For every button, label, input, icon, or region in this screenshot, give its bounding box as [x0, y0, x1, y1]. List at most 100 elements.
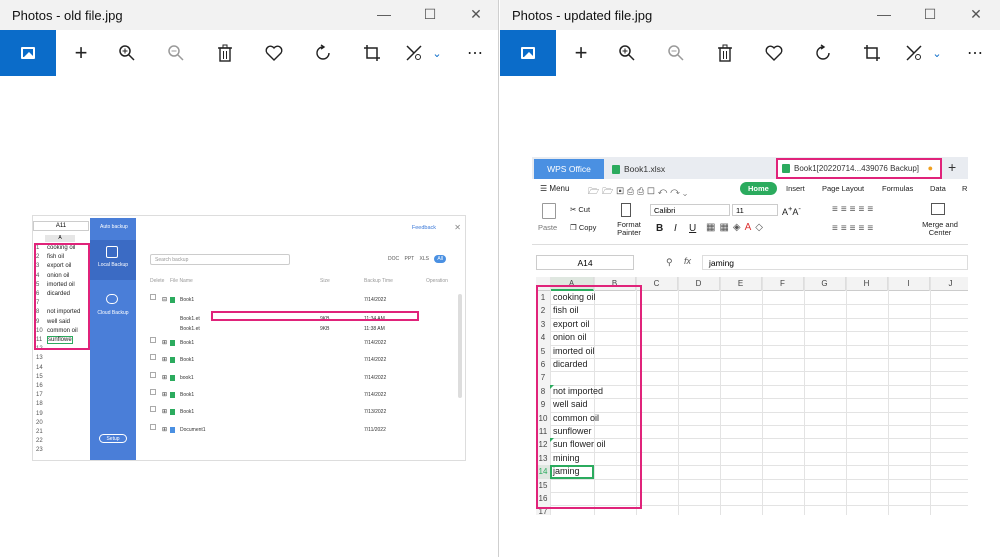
column-header[interactable]: J [930, 277, 968, 291]
paste-icon[interactable] [542, 203, 556, 219]
format-painter-button[interactable]: Format Painter [614, 221, 644, 237]
file-icon [170, 409, 175, 415]
file-name: Document1 [180, 427, 206, 433]
tab-home[interactable]: Home [740, 182, 777, 195]
crop-icon[interactable] [857, 38, 887, 68]
crop-icon[interactable] [357, 38, 387, 68]
expand-icon[interactable]: ⊞ [162, 372, 167, 384]
list-item[interactable]: ⊞ Book1 7/14/2022 [150, 337, 450, 349]
expand-icon[interactable]: ⊞ [162, 389, 167, 401]
column-header[interactable]: F [762, 277, 804, 291]
expand-icon[interactable]: ⊞ [162, 354, 167, 366]
image-icon[interactable] [0, 30, 56, 76]
column-header[interactable]: C [636, 277, 678, 291]
photos-window-updated: Photos - updated file.jpg — ☐ ✕ + ⌄ ⋯ WP… [500, 0, 1000, 557]
expand-icon[interactable]: ⊞ [162, 406, 167, 418]
chevron-down-icon[interactable]: ⌄ [922, 38, 952, 68]
list-item[interactable]: ⊞ Book1 7/13/2022 [150, 406, 450, 418]
align-icons[interactable]: ≡≡≡≡≡ [832, 204, 876, 215]
expand-icon[interactable]: ⊞ [162, 337, 167, 349]
search-input[interactable]: Search backup [150, 254, 290, 265]
filter-tabs[interactable]: DOC PPT XLS All [388, 255, 446, 263]
file-name: Book1 [180, 392, 195, 398]
column-header[interactable]: H [846, 277, 888, 291]
align-icons-row2[interactable]: ≡≡≡≡≡ [832, 223, 876, 234]
format-painter-icon[interactable] [621, 203, 631, 217]
tab-backup[interactable]: Book1[20220714...439076 Backup] ● [776, 158, 942, 179]
tab-wps-office[interactable]: WPS Office [534, 159, 604, 179]
heart-icon[interactable] [259, 38, 289, 68]
zoom-in-icon[interactable] [112, 38, 142, 68]
local-backup-tab[interactable]: Local Backup [90, 240, 136, 280]
merge-center-button[interactable]: Merge and Center [918, 221, 962, 237]
list-item[interactable]: ⊞ book1 7/14/2022 [150, 372, 450, 384]
tab-page-layout[interactable]: Page Layout [822, 184, 864, 193]
list-item[interactable]: Book1.et 9KB 11:38 AM [150, 323, 450, 335]
tab-insert[interactable]: Insert [786, 184, 805, 193]
more-icon[interactable]: ⋯ [460, 38, 490, 68]
formula-input[interactable]: jaming [702, 255, 968, 270]
font-select[interactable]: Calibri [650, 204, 730, 216]
tab-formulas[interactable]: Formulas [882, 184, 913, 193]
copy-button[interactable]: ❐ Copy [570, 223, 596, 232]
list-item[interactable]: ⊞ Book1 7/14/2022 [150, 354, 450, 366]
new-tab-button[interactable]: + [948, 159, 956, 175]
maximize-icon[interactable]: ☐ [418, 4, 442, 24]
rotate-icon[interactable] [808, 38, 838, 68]
setup-button[interactable]: Setup [99, 434, 127, 443]
rotate-icon[interactable] [308, 38, 338, 68]
underline-button[interactable]: U [689, 223, 696, 234]
add-icon[interactable]: + [566, 38, 596, 68]
minimize-icon[interactable]: — [372, 4, 396, 24]
tab-data[interactable]: Data [930, 184, 946, 193]
column-header[interactable]: G [804, 277, 846, 291]
maximize-icon[interactable]: ☐ [918, 4, 942, 24]
column-header[interactable]: D [678, 277, 720, 291]
expand-icon[interactable]: ⊟ [162, 294, 167, 306]
window-title: Photos - old file.jpg [12, 8, 123, 23]
bold-button[interactable]: B [656, 223, 663, 234]
fx-button[interactable]: fx [684, 256, 691, 266]
italic-button[interactable]: I [674, 223, 677, 234]
list-item[interactable]: ⊟ Book1 7/14/2022 [150, 294, 450, 306]
scrollbar[interactable] [458, 294, 462, 398]
window-title: Photos - updated file.jpg [512, 8, 653, 23]
list-item[interactable]: ⊞ Document1 7/11/2022 [150, 424, 450, 436]
merge-icon[interactable] [931, 203, 945, 215]
image-icon[interactable] [500, 30, 556, 76]
feedback-link[interactable]: Feedback [412, 225, 436, 231]
chevron-down-icon[interactable]: ⌄ [422, 38, 452, 68]
column-header[interactable]: I [888, 277, 930, 291]
column-header[interactable]: E [720, 277, 762, 291]
close-icon[interactable]: ✕ [964, 4, 988, 24]
zoom-out-icon[interactable] [161, 38, 191, 68]
close-icon[interactable]: ✕ [464, 4, 488, 24]
expand-icon[interactable]: ⊞ [162, 424, 167, 436]
close-icon[interactable]: ✕ [454, 223, 461, 232]
name-box[interactable]: A14 [536, 255, 634, 270]
cut-button[interactable]: ✂ Cut [570, 205, 590, 214]
font-size-buttons[interactable]: A+A- [782, 204, 801, 217]
file-icon [170, 340, 175, 346]
heart-icon[interactable] [759, 38, 789, 68]
zoom-out-icon[interactable] [661, 38, 691, 68]
menu-button[interactable]: ☰ Menu [540, 184, 569, 193]
quick-access-icons[interactable]: 🗁🗁▣⎙⎙☐↶↷⌄ [588, 184, 690, 200]
tab-book1[interactable]: Book1.xlsx [610, 159, 768, 179]
format-icons[interactable]: ▦▦◈A◇ [706, 222, 767, 233]
delete-icon[interactable] [210, 38, 240, 68]
add-icon[interactable]: + [66, 38, 96, 68]
delete-icon[interactable] [710, 38, 740, 68]
file-name: Book1 [180, 340, 195, 346]
list-item[interactable]: ⊞ Book1 7/14/2022 [150, 389, 450, 401]
table-row: 20 [36, 420, 47, 426]
font-size-select[interactable]: 11 [732, 204, 778, 216]
file-name: book1 [180, 375, 194, 381]
more-icon[interactable]: ⋯ [960, 38, 990, 68]
cloud-backup-tab[interactable]: Cloud Backup [94, 310, 132, 316]
zoom-in-icon[interactable] [612, 38, 642, 68]
minimize-icon[interactable]: — [872, 4, 896, 24]
tab-r[interactable]: R [962, 184, 967, 193]
paste-button[interactable]: Paste [538, 223, 557, 232]
search-icon[interactable]: ⚲ [666, 257, 673, 268]
